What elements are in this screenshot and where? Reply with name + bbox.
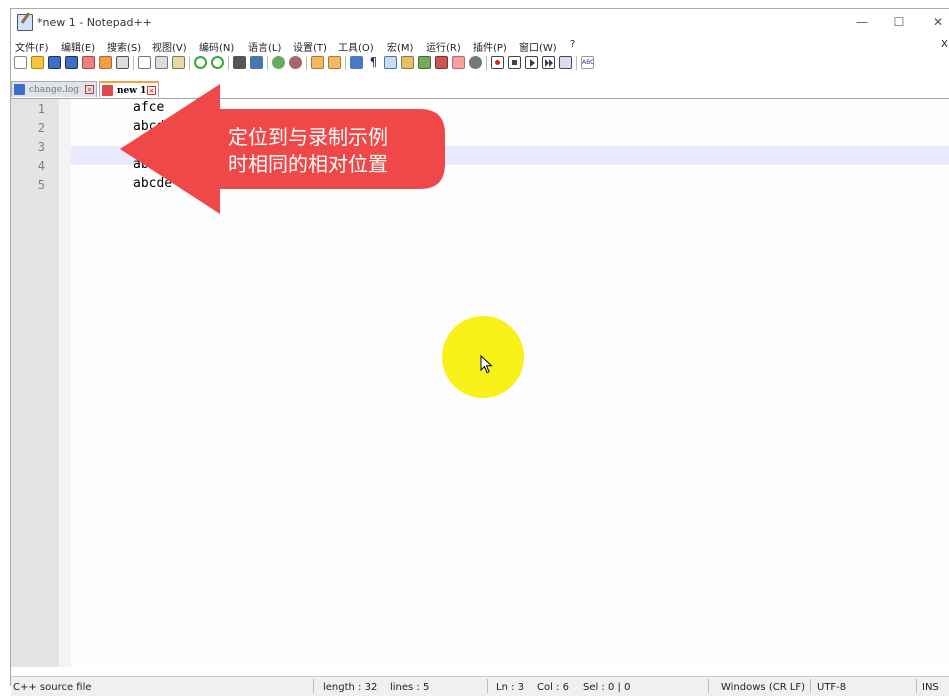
tab-change-log[interactable]: change.log ×: [11, 81, 97, 97]
monitoring-icon[interactable]: [452, 56, 465, 69]
toolbar-separator: [267, 56, 268, 70]
line-number: 4: [37, 159, 45, 173]
callout-text: 定位到与录制示例 时相同的相对位置: [228, 124, 438, 178]
menu-file[interactable]: 文件(F): [15, 39, 49, 54]
menu-view[interactable]: 视图(V): [152, 39, 187, 54]
status-col: Col : 6: [537, 682, 569, 693]
redo-icon[interactable]: [211, 56, 224, 69]
status-sel: Sel : 0 | 0: [583, 682, 631, 693]
save-icon[interactable]: [48, 56, 61, 69]
status-encoding: UTF-8: [817, 682, 847, 693]
status-lines: lines : 5: [390, 682, 430, 693]
close-all-icon[interactable]: [99, 56, 112, 69]
line-number: 3: [37, 140, 45, 154]
zoom-out-icon[interactable]: [289, 56, 302, 69]
status-file-type: C++ source file: [13, 682, 92, 693]
close-file-icon[interactable]: [82, 56, 95, 69]
find-icon[interactable]: [233, 56, 246, 69]
unsaved-file-icon: [102, 85, 113, 96]
status-ln: Ln : 3: [496, 682, 524, 693]
playback-macro-icon[interactable]: [525, 56, 538, 69]
title-bar: *new 1 - Notepad++ — ☐ ✕: [11, 9, 949, 37]
menu-macro[interactable]: 宏(M): [387, 39, 413, 54]
show-all-characters-icon[interactable]: ¶: [367, 56, 380, 69]
status-separator: [487, 679, 488, 693]
status-separator: [810, 679, 811, 693]
status-separator: [916, 679, 917, 693]
menu-tools[interactable]: 工具(O): [338, 39, 374, 54]
window-title: *new 1 - Notepad++: [37, 16, 152, 29]
line-number: 2: [37, 121, 45, 135]
replace-icon[interactable]: [250, 56, 263, 69]
spell-check-icon[interactable]: ABC: [581, 56, 594, 69]
word-wrap-icon[interactable]: [350, 56, 363, 69]
toolbar-separator: [133, 56, 134, 70]
menu-window[interactable]: 窗口(W): [519, 39, 557, 54]
line-number-gutter: 1 2 3 4 5: [11, 99, 59, 667]
menu-close-doc-button[interactable]: X: [941, 39, 948, 50]
menu-search[interactable]: 搜索(S): [107, 39, 141, 54]
status-eol: Windows (CR LF): [721, 682, 806, 693]
toolbar-separator: [486, 56, 487, 70]
save-macro-icon[interactable]: [559, 56, 572, 69]
menu-bar: 文件(F) 编辑(E) 搜索(S) 视图(V) 编码(N) 语言(L) 设置(T…: [11, 38, 949, 54]
sync-horizontal-icon[interactable]: [328, 56, 341, 69]
record-macro-icon[interactable]: [491, 56, 504, 69]
menu-settings[interactable]: 设置(T): [293, 39, 327, 54]
toolbar-separator: [345, 56, 346, 70]
minimize-button[interactable]: —: [845, 11, 879, 33]
function-list-icon[interactable]: [418, 56, 431, 69]
paste-icon[interactable]: [172, 56, 185, 69]
toolbar: ¶ ABC: [11, 54, 949, 74]
folder-as-workspace-icon[interactable]: [435, 56, 448, 69]
notepadpp-logo-icon: [17, 14, 33, 31]
status-insert-mode: INS: [922, 682, 939, 693]
menu-plugins[interactable]: 插件(P): [473, 39, 507, 54]
status-separator: [313, 679, 314, 693]
menu-help[interactable]: ?: [570, 39, 575, 50]
status-length: length : 32: [323, 682, 378, 693]
menu-language[interactable]: 语言(L): [248, 39, 281, 54]
print-icon[interactable]: [116, 56, 129, 69]
save-all-icon[interactable]: [65, 56, 78, 69]
run-macro-multiple-icon[interactable]: [542, 56, 555, 69]
undo-icon[interactable]: [194, 56, 207, 69]
status-bar: C++ source file length : 32 lines : 5 Ln…: [11, 676, 949, 696]
saved-file-icon: [14, 84, 25, 95]
callout-line-2: 时相同的相对位置: [228, 152, 388, 176]
status-separator: [708, 679, 709, 693]
indent-guide-icon[interactable]: [384, 56, 397, 69]
callout-line-1: 定位到与录制示例: [228, 125, 388, 149]
close-button[interactable]: ✕: [921, 11, 949, 33]
toolbar-separator: [576, 56, 577, 70]
toolbar-separator: [228, 56, 229, 70]
user-defined-language-icon[interactable]: [469, 56, 482, 69]
mouse-pointer-icon: [480, 355, 493, 374]
zoom-in-icon[interactable]: [272, 56, 285, 69]
menu-run[interactable]: 运行(R): [426, 39, 461, 54]
menu-edit[interactable]: 编辑(E): [61, 39, 95, 54]
open-file-icon[interactable]: [31, 56, 44, 69]
tab-label: change.log: [29, 85, 80, 95]
new-file-icon[interactable]: [14, 56, 27, 69]
maximize-button[interactable]: ☐: [882, 11, 916, 33]
fold-margin: [59, 99, 71, 667]
stop-recording-icon[interactable]: [508, 56, 521, 69]
toolbar-separator: [189, 56, 190, 70]
cut-icon[interactable]: [138, 56, 151, 69]
line-number: 1: [37, 102, 45, 116]
line-number: 5: [37, 178, 45, 192]
menu-encoding[interactable]: 编码(N): [199, 39, 234, 54]
copy-icon[interactable]: [155, 56, 168, 69]
close-tab-icon[interactable]: ×: [85, 85, 94, 94]
sync-vertical-icon[interactable]: [311, 56, 324, 69]
document-map-icon[interactable]: [401, 56, 414, 69]
toolbar-separator: [306, 56, 307, 70]
